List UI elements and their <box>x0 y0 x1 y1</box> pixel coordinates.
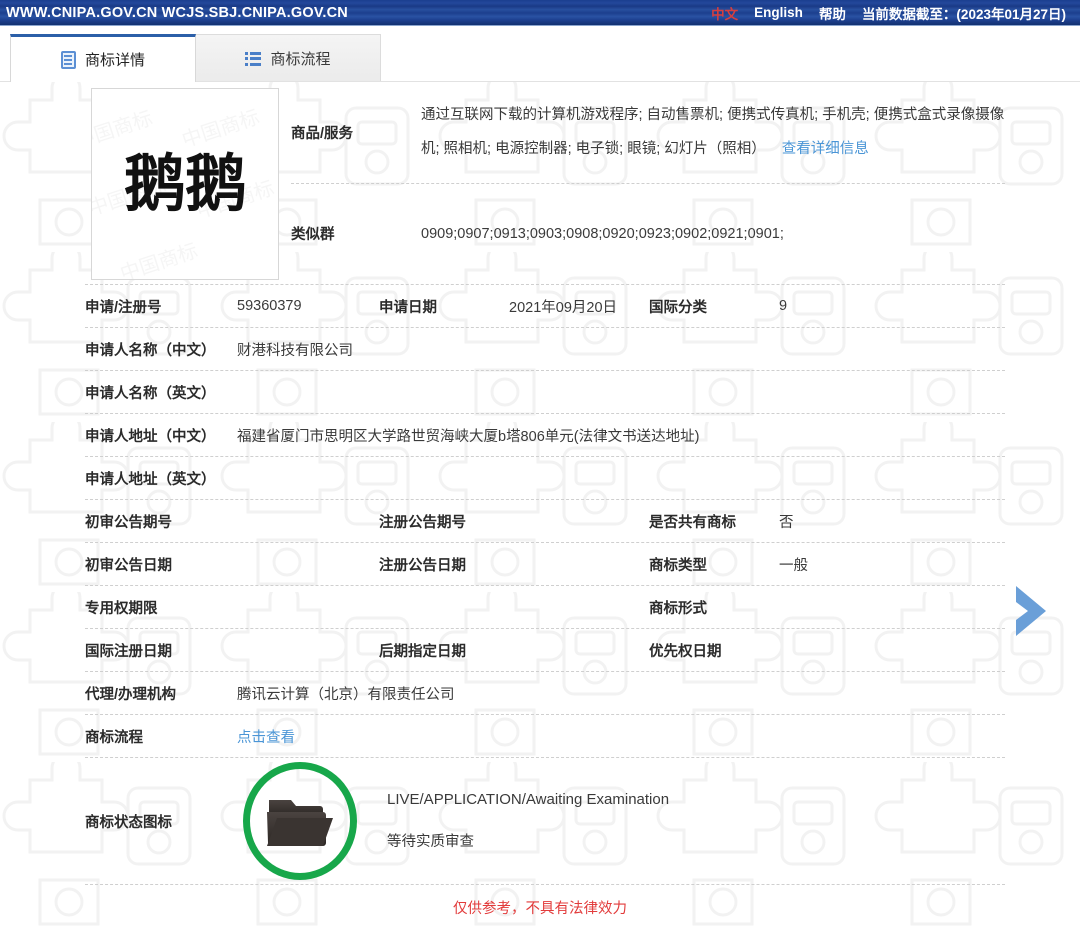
registration-issue-label: 注册公告期号 <box>379 514 466 531</box>
status-text-group: LIVE/APPLICATION/Awaiting Examination 等待… <box>387 791 669 851</box>
data-cutoff-label: 当前数据截至：(2023年01月27日) <box>861 6 1066 22</box>
trademark-status-row: 商标状态图标 LIVE/APPLICATION/Awaiting Examina… <box>85 758 1005 885</box>
detail-content-area: 中国商标 中国商标 中国商标 中国商标 中国商标 鹅鹅 商品/服务 通过互联网下… <box>0 82 1080 928</box>
table-row: 初审公告期号 注册公告期号 是否共有商标 否 <box>85 500 1005 543</box>
applicant-name-cn-value: 财港科技有限公司 <box>237 342 353 359</box>
international-class-label: 国际分类 <box>649 299 707 316</box>
tab-bar: 商标详情 商标流程 <box>0 26 1080 82</box>
international-registration-date-label: 国际注册日期 <box>85 643 172 660</box>
applicant-address-cn-label: 申请人地址（中文） <box>85 428 216 445</box>
folder-icon <box>267 800 333 846</box>
list-icon <box>245 51 262 66</box>
trademark-image-text: 鹅鹅 <box>123 147 247 220</box>
table-row: 商标流程 点击查看 <box>85 715 1005 758</box>
table-row: 代理/办理机构 腾讯云计算（北京）有限责任公司 <box>85 672 1005 715</box>
goods-services-value: 通过互联网下载的计算机游戏程序; 自动售票机; 便携式传真机; 手机壳; 便携式… <box>421 107 1005 158</box>
trademark-detail-table: 中国商标 中国商标 中国商标 中国商标 中国商标 鹅鹅 商品/服务 通过互联网下… <box>85 82 1005 885</box>
table-row: 专用权期限 商标形式 <box>85 586 1005 629</box>
table-row: 申请人地址（中文） 福建省厦门市思明区大学路世贸海峡大厦b塔806单元(法律文书… <box>85 414 1005 457</box>
language-english-link[interactable]: English <box>754 5 803 20</box>
table-row: 申请人名称（英文） <box>85 371 1005 414</box>
view-details-link[interactable]: 查看详细信息 <box>782 141 869 157</box>
preliminary-date-label: 初审公告日期 <box>85 557 172 574</box>
priority-date-label: 优先权日期 <box>649 643 722 660</box>
top-header-bar: WWW.CNIPA.GOV.CN WCJS.SBJ.CNIPA.GOV.CN 中… <box>0 0 1080 26</box>
registration-date-label: 注册公告日期 <box>379 557 466 574</box>
help-link[interactable]: 帮助 <box>819 3 846 23</box>
applicant-name-en-label: 申请人名称（英文） <box>85 385 216 402</box>
international-class-value: 9 <box>779 298 788 314</box>
language-chinese-link[interactable]: 中文 <box>711 3 738 23</box>
goods-services-row: 商品/服务 通过互联网下载的计算机游戏程序; 自动售票机; 便携式传真机; 手机… <box>291 82 1005 184</box>
mark-type-value: 一般 <box>779 557 808 574</box>
table-row: 申请人名称（中文） 财港科技有限公司 <box>85 328 1005 371</box>
goods-services-value-wrap: 通过互联网下载的计算机游戏程序; 自动售票机; 便携式传真机; 手机壳; 便携式… <box>421 98 1005 166</box>
applicant-address-cn-value: 福建省厦门市思明区大学路世贸海峡大厦b塔806单元(法律文书送达地址) <box>237 428 700 445</box>
similar-group-label: 类似群 <box>291 227 335 244</box>
similar-group-row: 类似群 0909;0907;0913;0903;0908;0920;0923;0… <box>291 184 1005 285</box>
legal-disclaimer: 仅供参考，不具有法律效力 <box>453 901 627 917</box>
table-row: 申请人地址（英文） <box>85 457 1005 500</box>
table-row: 申请/注册号 59360379 申请日期 2021年09月20日 国际分类 9 <box>85 285 1005 328</box>
application-number-label: 申请/注册号 <box>85 299 162 316</box>
status-text-chinese: 等待实质审查 <box>387 834 474 850</box>
goods-services-label: 商品/服务 <box>291 125 354 142</box>
application-date-value: 2021年09月20日 <box>509 299 618 316</box>
status-text-english: LIVE/APPLICATION/Awaiting Examination <box>387 791 670 808</box>
trademark-image: 中国商标 中国商标 中国商标 中国商标 中国商标 鹅鹅 <box>91 88 279 280</box>
mark-and-goods-block: 中国商标 中国商标 中国商标 中国商标 中国商标 鹅鹅 商品/服务 通过互联网下… <box>85 82 1005 285</box>
goods-services-group: 商品/服务 通过互联网下载的计算机游戏程序; 自动售票机; 便携式传真机; 手机… <box>291 82 1005 284</box>
svg-text:中国商标: 中国商标 <box>117 238 201 279</box>
agency-label: 代理/办理机构 <box>85 686 177 703</box>
shared-mark-label: 是否共有商标 <box>649 514 736 531</box>
table-row: 国际注册日期 后期指定日期 优先权日期 <box>85 629 1005 672</box>
table-row: 初审公告日期 注册公告日期 商标类型 一般 <box>85 543 1005 586</box>
clipboard-icon <box>60 50 76 69</box>
tab-trademark-details-label: 商标详情 <box>84 52 145 69</box>
trademark-status-label: 商标状态图标 <box>85 814 172 831</box>
tab-trademark-details[interactable]: 商标详情 <box>10 34 196 82</box>
preliminary-issue-label: 初审公告期号 <box>85 514 172 531</box>
agency-value: 腾讯云计算（北京）有限责任公司 <box>237 686 455 703</box>
chevron-right-icon[interactable] <box>1006 580 1054 642</box>
mark-type-label: 商标类型 <box>649 557 707 574</box>
shared-mark-value: 否 <box>779 514 794 531</box>
mark-form-label: 商标形式 <box>649 600 707 617</box>
trademark-process-link[interactable]: 点击查看 <box>237 726 295 747</box>
exclusive-period-label: 专用权期限 <box>85 600 158 617</box>
svg-text:中国商标: 中国商标 <box>179 105 263 153</box>
status-icon-group <box>237 762 363 880</box>
trademark-process-label: 商标流程 <box>85 729 143 746</box>
applicant-address-en-label: 申请人地址（英文） <box>85 471 216 488</box>
similar-group-value: 0909;0907;0913;0903;0908;0920;0923;0902;… <box>421 225 784 242</box>
application-number-value: 59360379 <box>237 298 302 314</box>
tab-trademark-process-label: 商标流程 <box>270 51 331 68</box>
application-date-label: 申请日期 <box>379 299 437 316</box>
later-designation-date-label: 后期指定日期 <box>379 643 466 660</box>
site-url-label: WWW.CNIPA.GOV.CN WCJS.SBJ.CNIPA.GOV.CN <box>6 4 348 21</box>
applicant-name-cn-label: 申请人名称（中文） <box>85 342 216 359</box>
top-header-right-group: 中文 English 帮助 当前数据截至：(2023年01月27日) <box>711 3 1066 23</box>
tab-trademark-process[interactable]: 商标流程 <box>195 34 381 82</box>
